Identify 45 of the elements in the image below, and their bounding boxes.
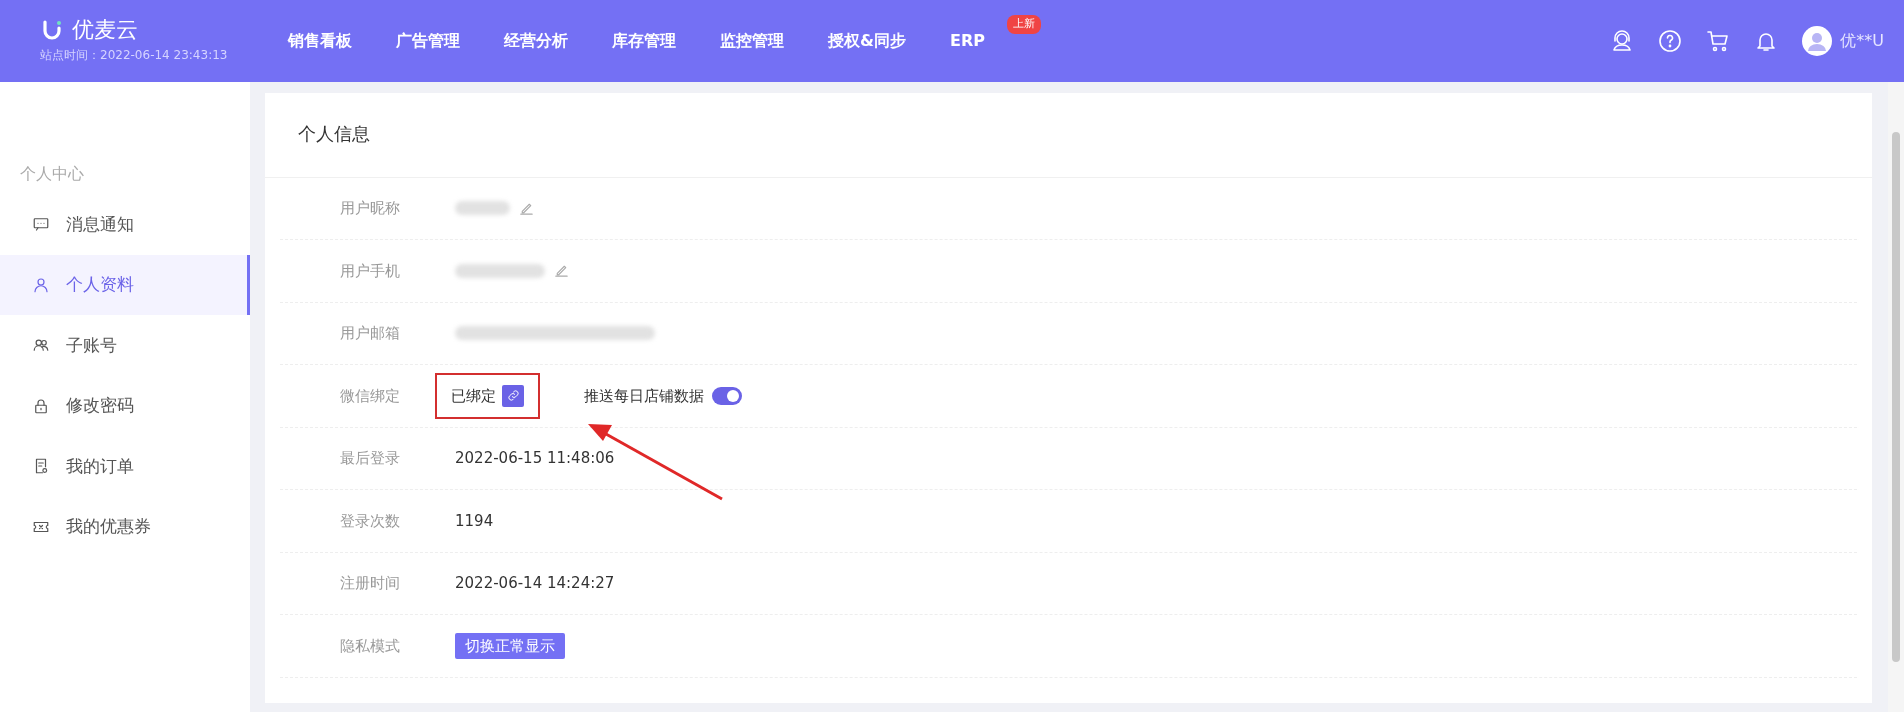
blurred-value: [455, 201, 510, 216]
sidebar-item[interactable]: 子账号: [0, 315, 250, 376]
panel-title: 个人信息: [265, 93, 1872, 178]
sidebar-item[interactable]: 个人资料: [0, 254, 250, 315]
field-label: 登录次数: [340, 510, 401, 532]
privacy-toggle-button[interactable]: 切换正常显示: [455, 632, 565, 660]
field-label: 最后登录: [340, 448, 401, 470]
field-label: 微信绑定: [340, 385, 401, 407]
link-icon: [505, 388, 521, 404]
sidebar-item[interactable]: 修改密码: [0, 375, 250, 436]
field-value: 2022-06-15 11:48:06: [455, 448, 615, 470]
toggle-switch[interactable]: [712, 386, 742, 405]
site-time: 站点时间：2022-06-14 23:43:13: [40, 47, 229, 64]
nav-link[interactable]: 监控管理: [698, 29, 806, 53]
sidebar-item[interactable]: 我的优惠券: [0, 496, 250, 557]
new-badge: 上新: [1006, 15, 1041, 34]
binding-status: 已绑定: [451, 385, 496, 407]
sidebar-title: 个人中心: [19, 163, 85, 185]
avatar-icon[interactable]: [1802, 26, 1833, 56]
user-icon: [32, 275, 50, 294]
logo-icon: [40, 18, 64, 42]
nav-link[interactable]: 授权&同步: [806, 29, 928, 53]
nav-link[interactable]: 广告管理: [374, 29, 482, 53]
message-icon: [32, 215, 50, 234]
link-button[interactable]: [502, 384, 524, 407]
scrollbar[interactable]: [1888, 82, 1904, 712]
user-name[interactable]: 优**U: [1840, 29, 1884, 53]
sidebar-item[interactable]: 我的订单: [0, 436, 250, 497]
brand-name: 优麦云: [72, 19, 138, 41]
field-label: 用户昵称: [340, 198, 401, 220]
toggle-label: 推送每日店铺数据: [584, 385, 704, 407]
field-value: 2022-06-14 14:24:27: [455, 573, 615, 595]
sidebar-item[interactable]: 消息通知: [0, 194, 250, 255]
field-label: 注册时间: [340, 573, 401, 595]
field-value: 1194: [455, 510, 494, 532]
cart-icon[interactable]: [1706, 29, 1731, 53]
field-label: 隐私模式: [340, 635, 401, 657]
field-label: 用户邮箱: [340, 323, 401, 345]
nav-link[interactable]: 销售看板: [266, 29, 374, 53]
lock-icon: [32, 396, 50, 415]
nav-link[interactable]: ERP: [927, 29, 1007, 53]
field-label: 用户手机: [340, 260, 401, 282]
nav-link[interactable]: 经营分析: [482, 29, 590, 53]
help-icon[interactable]: [1658, 29, 1683, 53]
nav-link[interactable]: 库存管理: [590, 29, 698, 53]
